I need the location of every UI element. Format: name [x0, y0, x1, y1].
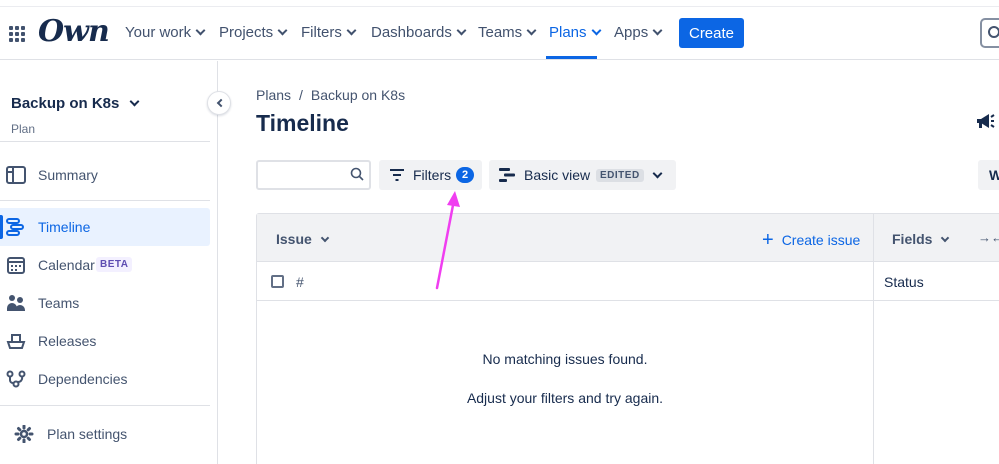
nav-label: Dashboards [371, 24, 452, 41]
summary-icon [6, 166, 26, 184]
filters-count-badge: 2 [456, 167, 474, 183]
top-navigation: Own Your work Projects Filters Dashboard… [0, 0, 999, 60]
issue-table: Issue + Create issue Fields →← # Status … [256, 213, 999, 464]
megaphone-icon[interactable] [975, 112, 995, 130]
breadcrumb-separator: / [299, 87, 303, 103]
nav-dashboards[interactable]: Dashboards [371, 24, 467, 41]
chevron-down-icon [346, 25, 357, 36]
fields-column-header[interactable]: Fields [892, 231, 950, 247]
dependencies-icon [6, 370, 26, 388]
plan-switcher[interactable]: Backup on K8s [11, 95, 140, 112]
view-icon [499, 168, 515, 182]
nav-teams[interactable]: Teams [478, 24, 537, 41]
nav-label: Apps [614, 24, 649, 41]
breadcrumb-plans[interactable]: Plans [256, 87, 291, 103]
issue-header-label: Issue [276, 231, 312, 247]
toolbar-button-right[interactable]: W [978, 160, 999, 190]
nav-apps[interactable]: Apps [614, 24, 663, 41]
nav-projects[interactable]: Projects [219, 24, 288, 41]
nav-label: Your work [125, 24, 192, 41]
sidebar-item-label: Calendar [38, 257, 95, 273]
table-subheader-row: # Status [257, 262, 999, 301]
top-divider [0, 6, 999, 7]
chevron-down-icon [652, 25, 663, 36]
view-label: Basic view [524, 167, 591, 183]
breadcrumb: Plans / Backup on K8s [256, 87, 405, 103]
chevron-down-icon [652, 168, 663, 179]
sidebar-item-dependencies[interactable]: Dependencies [0, 360, 210, 398]
table-header: Issue + Create issue Fields →← [257, 214, 999, 262]
chevron-down-icon [277, 25, 288, 36]
nav-your-work[interactable]: Your work [125, 24, 206, 41]
app-switcher-icon[interactable] [9, 26, 25, 42]
releases-icon [6, 334, 26, 349]
create-button[interactable]: Create [679, 18, 744, 48]
chevron-left-icon [216, 98, 225, 108]
filter-icon [390, 169, 404, 181]
global-search-input[interactable] [980, 18, 999, 48]
search-icon [350, 167, 364, 181]
sidebar-item-summary[interactable]: Summary [0, 156, 210, 194]
sidebar-divider [0, 405, 210, 406]
create-issue-label: Create issue [781, 232, 861, 248]
nav-label: Projects [219, 24, 274, 41]
sidebar-item-releases[interactable]: Releases [0, 322, 210, 360]
nav-label: Teams [478, 24, 523, 41]
nav-filters[interactable]: Filters [301, 24, 357, 41]
search-icon [988, 26, 999, 38]
calendar-icon [7, 257, 25, 274]
issue-search-input[interactable] [256, 160, 371, 190]
nav-label: Filters [301, 24, 342, 41]
sidebar: Backup on K8s Plan Summary Timeline Cale… [0, 61, 218, 464]
sidebar-item-label: Dependencies [38, 371, 128, 387]
sidebar-item-label: Plan settings [47, 426, 128, 442]
sidebar-item-plan-settings[interactable]: Plan settings [0, 415, 210, 453]
page-title: Timeline [256, 110, 349, 136]
chevron-down-icon [941, 233, 950, 242]
active-nav-indicator [546, 56, 597, 59]
create-issue-button[interactable]: + Create issue [762, 229, 861, 251]
gear-icon [14, 425, 34, 443]
issue-column-header[interactable]: Issue [276, 231, 330, 247]
chevron-down-icon [456, 25, 467, 36]
active-indicator [0, 215, 3, 239]
sidebar-item-calendar[interactable]: Calendar BETA [0, 246, 210, 284]
timeline-icon [6, 218, 24, 236]
sidebar-item-label: Summary [38, 167, 98, 183]
view-settings-button[interactable]: Basic view EDITED [489, 160, 676, 190]
plus-icon: + [762, 229, 774, 251]
chevron-down-icon [591, 25, 601, 36]
nav-plans[interactable]: Plans [549, 24, 601, 41]
sidebar-item-timeline[interactable]: Timeline [0, 208, 210, 246]
chevron-down-icon [526, 25, 537, 36]
hash-column-header: # [296, 274, 304, 290]
logo[interactable]: Own [38, 14, 110, 49]
sidebar-item-label: Releases [38, 333, 97, 349]
chevron-down-icon [195, 25, 206, 36]
breadcrumb-plan[interactable]: Backup on K8s [311, 87, 405, 103]
collapse-sidebar-button[interactable] [207, 91, 231, 115]
sidebar-item-teams[interactable]: Teams [0, 284, 210, 322]
collapse-fields-icon[interactable]: →← [978, 230, 999, 245]
plan-name: Backup on K8s [11, 95, 120, 112]
sidebar-item-label: Teams [38, 295, 80, 311]
plan-type-label: Plan [11, 122, 36, 136]
filters-label: Filters [413, 167, 452, 183]
chevron-down-icon [320, 233, 330, 242]
sidebar-divider [0, 141, 210, 142]
empty-state-title: No matching issues found. [482, 351, 648, 367]
teams-icon [7, 295, 25, 311]
beta-badge: BETA [96, 257, 133, 272]
select-all-checkbox[interactable] [271, 275, 284, 288]
fields-header-label: Fields [892, 231, 933, 247]
column-divider [873, 214, 874, 464]
chevron-down-icon [129, 96, 140, 107]
edited-badge: EDITED [596, 169, 644, 182]
empty-state-hint: Adjust your filters and try again. [466, 390, 664, 406]
sidebar-item-label: Timeline [38, 219, 91, 235]
nav-label: Plans [549, 24, 587, 41]
sidebar-divider [0, 200, 210, 201]
status-column-header[interactable]: Status [884, 274, 924, 290]
